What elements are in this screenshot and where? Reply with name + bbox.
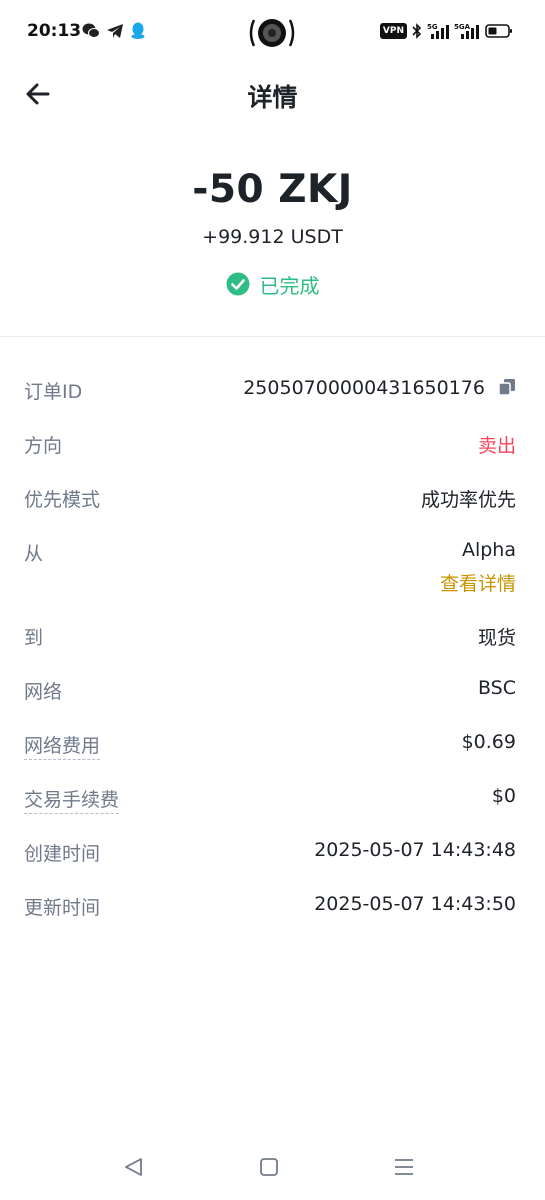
network-row: 网络 BSC — [0, 663, 545, 717]
updated-time-value: 2025-05-07 14:43:50 — [314, 893, 516, 915]
sent-amount: -50 ZKJ — [192, 167, 353, 212]
from-row: 从 Alpha 查看详情 — [0, 525, 545, 609]
svg-text:5G: 5G — [427, 23, 438, 31]
status-text: 已完成 — [259, 273, 320, 298]
network-label: 网络 — [24, 681, 63, 703]
nav-home-icon[interactable] — [256, 1154, 282, 1180]
details-list: 订单ID 25050700000431650176 方向 卖出 优先模式 成功率… — [0, 363, 545, 933]
signal-5ga-icon: 5GA — [454, 23, 479, 39]
system-nav-bar — [0, 1140, 545, 1200]
status-row: 已完成 — [0, 264, 545, 304]
from-label: 从 — [24, 543, 44, 565]
signal-5g-icon: 5G — [427, 23, 449, 39]
direction-value: 卖出 — [477, 435, 516, 457]
priority-value: 成功率优先 — [420, 489, 516, 511]
check-circle-icon — [226, 272, 249, 296]
trading-fee-label[interactable]: 交易手续费 — [24, 785, 120, 814]
to-row: 到 现货 — [0, 609, 545, 663]
notification-icons — [82, 22, 146, 40]
order-id-row: 订单ID 25050700000431650176 — [0, 363, 545, 417]
trading-fee-row: 交易手续费 $0 — [0, 771, 545, 825]
view-details-link[interactable]: 查看详情 — [440, 569, 516, 596]
from-value: Alpha — [461, 539, 516, 561]
system-status: VPN 5G 5GA — [379, 22, 513, 40]
telegram-icon — [107, 24, 123, 38]
svg-text:5GA: 5GA — [454, 23, 471, 31]
to-label: 到 — [24, 627, 44, 649]
created-time-row: 创建时间 2025-05-07 14:43:48 — [0, 825, 545, 879]
camera-icon — [249, 19, 295, 47]
to-value: 现货 — [477, 627, 516, 649]
received-amount: +99.912 USDT — [202, 226, 343, 248]
network-fee-label[interactable]: 网络费用 — [24, 731, 101, 760]
transaction-summary: -50 ZKJ +99.912 USDT 已完成 — [0, 160, 545, 304]
priority-row: 优先模式 成功率优先 — [0, 471, 545, 525]
trading-fee-value: $0 — [491, 785, 516, 807]
status-bar: 20:13 VPN 5G 5GA — [0, 0, 545, 64]
updated-time-row: 更新时间 2025-05-07 14:43:50 — [0, 879, 545, 933]
network-fee-value: $0.69 — [461, 731, 516, 753]
page-title: 详情 — [247, 83, 298, 112]
divider — [0, 336, 545, 337]
order-id-label: 订单ID — [24, 381, 83, 403]
nav-menu-icon[interactable] — [391, 1154, 417, 1180]
created-time-value: 2025-05-07 14:43:48 — [314, 839, 516, 861]
updated-time-label: 更新时间 — [24, 897, 101, 919]
order-id-value: 25050700000431650176 — [243, 377, 485, 399]
wechat-icon — [82, 23, 100, 38]
header: 详情 — [0, 64, 545, 130]
copy-icon[interactable] — [498, 378, 516, 396]
network-value: BSC — [477, 677, 516, 699]
nav-back-icon[interactable] — [121, 1154, 147, 1180]
status-time: 20:13 — [27, 21, 82, 41]
direction-label: 方向 — [24, 435, 63, 457]
battery-icon — [485, 24, 512, 38]
direction-row: 方向 卖出 — [0, 417, 545, 471]
network-fee-row: 网络费用 $0.69 — [0, 717, 545, 771]
created-time-label: 创建时间 — [24, 843, 101, 865]
vpn-badge: VPN — [379, 23, 407, 39]
qq-icon — [131, 22, 145, 39]
bluetooth-icon — [412, 23, 422, 39]
priority-label: 优先模式 — [24, 489, 101, 511]
